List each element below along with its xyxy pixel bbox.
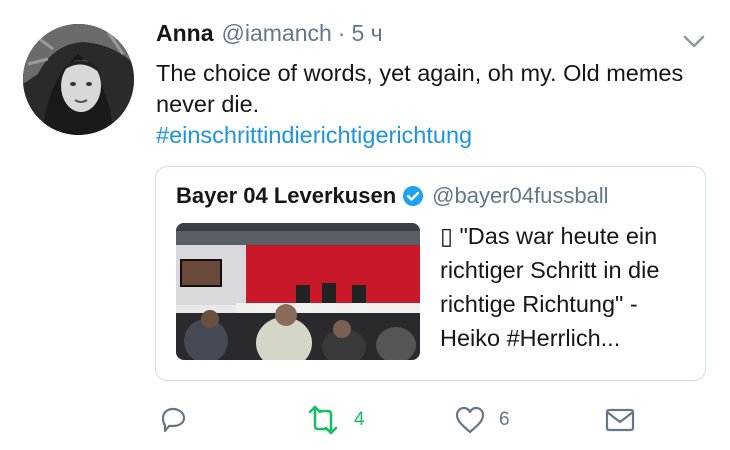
quoted-tweet[interactable]: Bayer 04 Leverkusen @bayer04fussball ▯ "… [155, 166, 706, 381]
quoted-text: ▯ "Das war heute ein richtiger Schritt i… [440, 223, 660, 351]
tweet-header: Anna @iamanch · 5 ч [156, 20, 383, 54]
chevron-down-icon[interactable] [680, 30, 708, 52]
quoted-media-thumbnail[interactable] [176, 223, 420, 360]
quoted-author-handle[interactable]: @bayer04fussball [432, 183, 608, 209]
like-icon [455, 406, 485, 434]
press-conference-image [176, 223, 420, 360]
reply-button[interactable] [157, 404, 189, 436]
separator: · [337, 20, 346, 46]
author-name[interactable]: Anna [156, 20, 214, 47]
direct-message-button[interactable] [604, 404, 636, 436]
tweet-text: The choice of words, yet again, oh my. O… [156, 60, 684, 117]
like-button[interactable]: 6 [453, 404, 510, 436]
avatar[interactable] [23, 24, 134, 135]
reply-icon [161, 407, 186, 433]
like-count: 6 [499, 409, 510, 430]
retweet-button[interactable]: 4 [304, 404, 365, 436]
message-icon [605, 408, 635, 432]
quoted-author-name[interactable]: Bayer 04 Leverkusen [176, 183, 396, 209]
retweet-count: 4 [354, 409, 365, 430]
timestamp[interactable]: 5 ч [351, 20, 382, 47]
verified-icon [403, 186, 424, 206]
quoted-header: Bayer 04 Leverkusen @bayer04fussball [176, 183, 609, 209]
hashtag-link[interactable]: #einschrittindierichtigerichtung [156, 120, 696, 151]
author-handle[interactable]: @iamanch [222, 20, 332, 47]
avatar-image [23, 24, 134, 135]
tweet-actions: 4 6 [0, 400, 730, 444]
retweet-icon [308, 405, 338, 435]
tweet-body: The choice of words, yet again, oh my. O… [156, 58, 696, 151]
